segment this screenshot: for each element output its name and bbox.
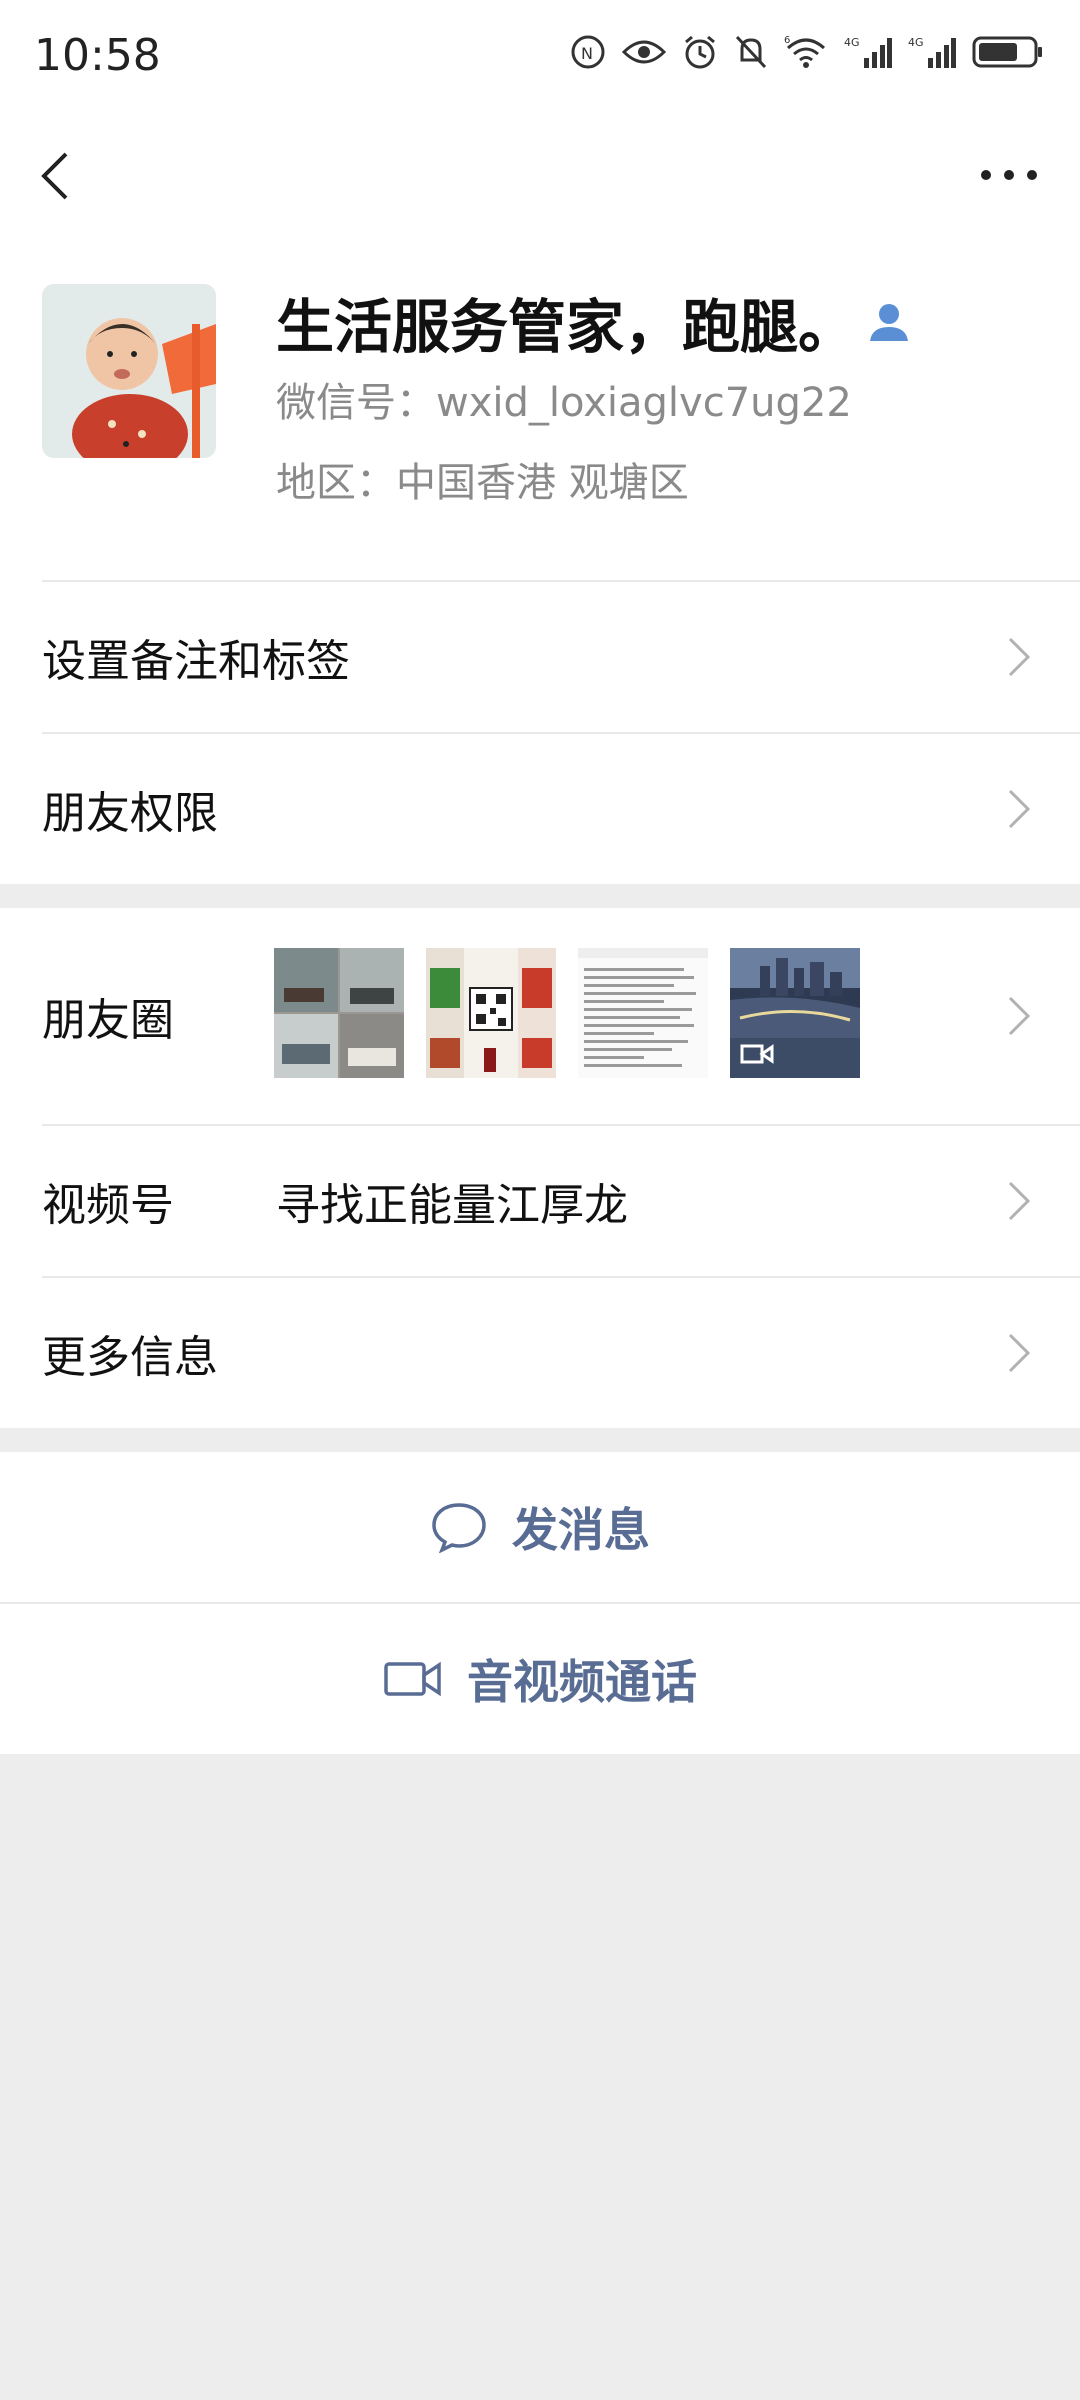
svg-text:6: 6 <box>784 35 790 46</box>
chevron-right-icon <box>1008 996 1031 1036</box>
more-info-label: 更多信息 <box>42 1332 218 1383</box>
moments-thumbnail[interactable] <box>274 948 404 1078</box>
channels-value: 寻找正能量江厚龙 <box>276 1180 628 1231</box>
svg-text:4G: 4G <box>844 36 860 49</box>
battery-icon <box>972 36 1042 68</box>
profile-header: 生活服务管家，跑腿。 微信号：wxid_loxiaglvc7ug22 地区：中国… <box>0 240 1080 580</box>
signal-4g-icon: 4G <box>844 36 892 68</box>
signal-4g-icon: 4G <box>908 36 956 68</box>
back-chevron-icon[interactable] <box>30 146 90 206</box>
region: 地区：中国香港 观塘区 <box>276 460 689 506</box>
chevron-right-icon <box>1008 1181 1031 1221</box>
channels-row[interactable]: 视频号 寻找正能量江厚龙 <box>0 1126 1080 1276</box>
wifi-icon: 6 <box>784 35 825 68</box>
mute-icon <box>735 35 767 69</box>
set-remark-label: 设置备注和标签 <box>42 636 350 687</box>
avatar[interactable] <box>42 284 216 458</box>
friend-permissions-label: 朋友权限 <box>42 788 218 839</box>
status-bar: 10:58 N 6 4G 4G <box>0 0 1080 110</box>
chat-bubble-icon <box>432 1503 486 1553</box>
chevron-right-icon <box>1008 789 1031 829</box>
nav-bar <box>0 110 1080 240</box>
svg-text:4G: 4G <box>908 36 924 49</box>
moments-thumbnail[interactable] <box>730 948 860 1078</box>
moments-thumbnail[interactable] <box>578 948 708 1078</box>
moments-thumbnail[interactable] <box>426 948 556 1078</box>
moments-row[interactable]: 朋友圈 <box>0 908 1080 1124</box>
more-dots-icon[interactable] <box>974 160 1044 190</box>
more-info-row[interactable]: 更多信息 <box>0 1278 1080 1428</box>
name-row: 生活服务管家，跑腿。 <box>276 280 914 364</box>
svg-text:N: N <box>581 44 593 63</box>
nfc-icon: N <box>571 35 605 69</box>
wechat-id: 微信号：wxid_loxiaglvc7ug22 <box>276 380 852 426</box>
section-gap <box>0 884 1080 908</box>
send-message-label: 发消息 <box>512 1503 650 1557</box>
chevron-right-icon <box>1008 637 1031 677</box>
friend-person-icon <box>870 304 909 341</box>
moments-label: 朋友圈 <box>42 995 174 1046</box>
contact-name: 生活服务管家，跑腿。 <box>276 293 857 361</box>
av-call-label: 音视频通话 <box>467 1655 697 1709</box>
section-gap <box>0 1428 1080 1452</box>
status-icons: N 6 4G 4G <box>570 34 1044 70</box>
video-camera-icon <box>384 1661 441 1697</box>
send-message-button[interactable]: 发消息 <box>0 1452 1080 1602</box>
moments-thumbnails <box>274 948 860 1078</box>
alarm-icon <box>685 35 715 69</box>
eye-icon <box>622 40 666 64</box>
set-remark-row[interactable]: 设置备注和标签 <box>0 582 1080 732</box>
av-call-button[interactable]: 音视频通话 <box>0 1604 1080 1754</box>
chevron-right-icon <box>1008 1333 1031 1373</box>
friend-permissions-row[interactable]: 朋友权限 <box>0 734 1080 884</box>
status-time: 10:58 <box>34 30 161 81</box>
channels-label: 视频号 <box>42 1180 174 1231</box>
